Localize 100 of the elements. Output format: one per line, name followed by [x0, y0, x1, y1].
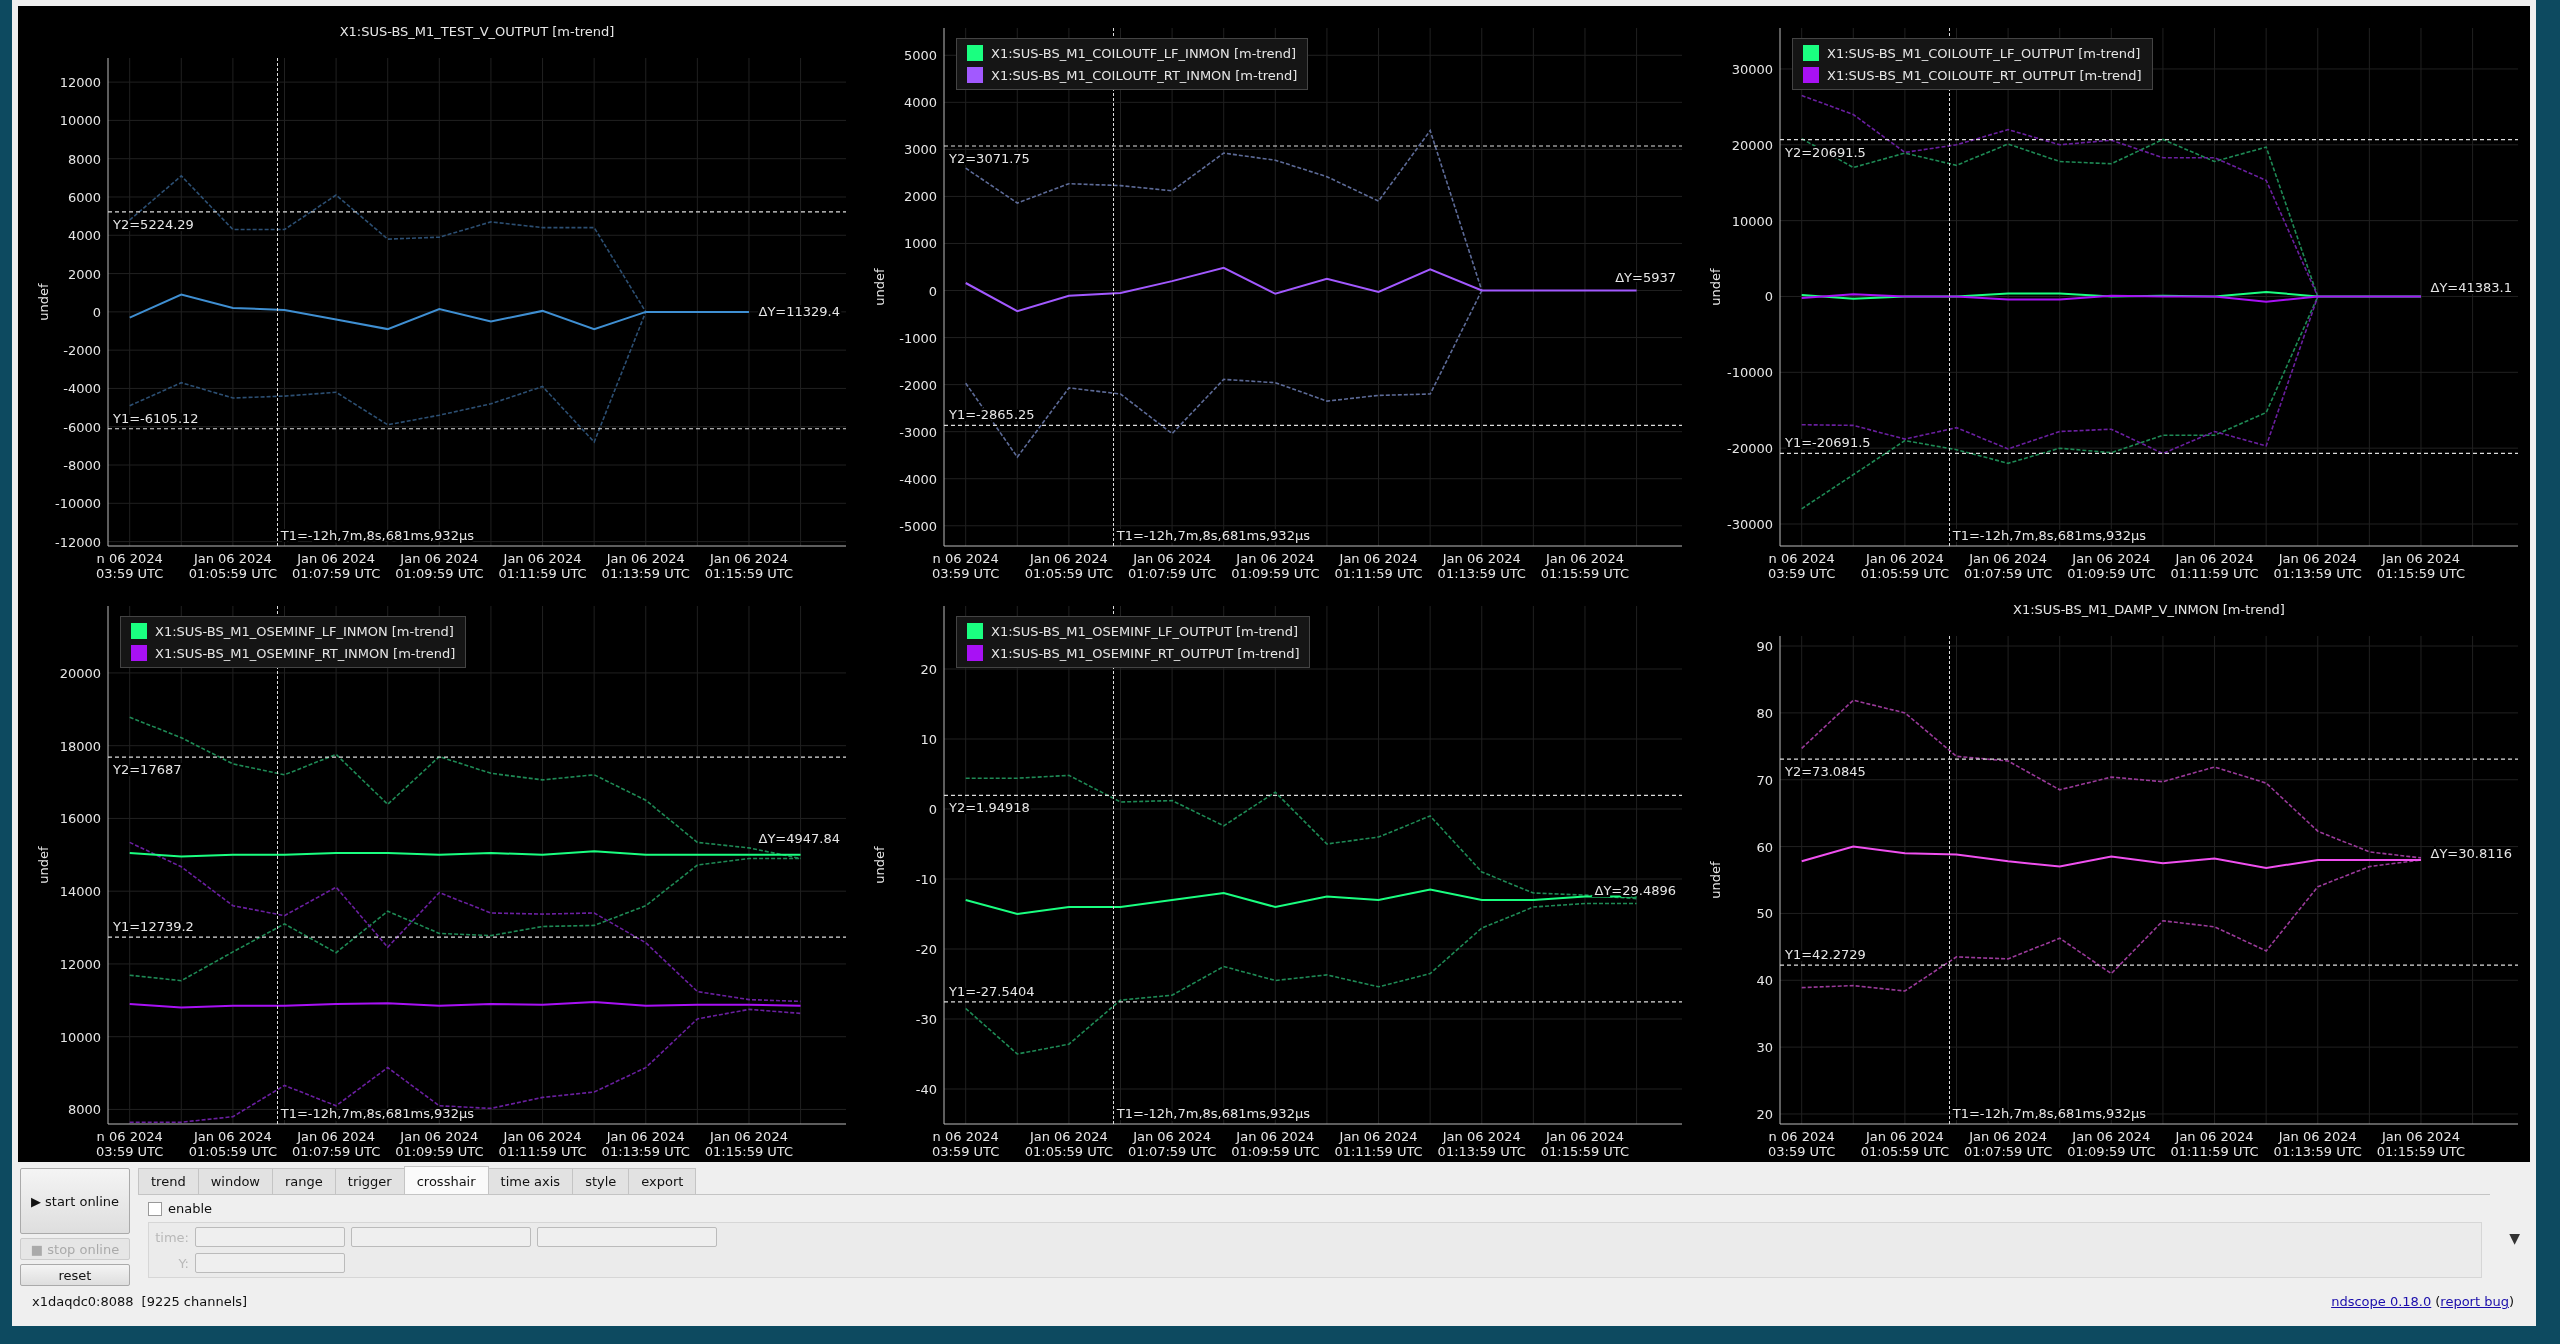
x-tick-label: Jan 06 2024 01:13:59 UTC	[1437, 1129, 1526, 1159]
y-tick-label: 2000	[903, 189, 937, 205]
cursor-label: ΔY=30.8116	[2430, 846, 2512, 862]
x-tick-label: Jan 06 2024 01:07:59 UTC	[291, 1129, 381, 1159]
y-axis-label: undef	[36, 846, 51, 884]
y-tick-label: 10000	[1731, 213, 1773, 229]
y-tick-label: 70	[1756, 772, 1773, 788]
y-tick-label: 0	[92, 304, 101, 320]
cursor-label: ΔY=41383.1	[2430, 280, 2512, 296]
x-tick-label: Jan 06 2024 01:15:59 UTC	[2376, 551, 2466, 581]
x-tick-label: n 06 2024 03:59 UTC	[1768, 1129, 1836, 1159]
y-tick-label: -20000	[1726, 441, 1773, 457]
y-tick-label: -10000	[1726, 365, 1773, 381]
cursor-label: ΔY=5937	[1615, 269, 1676, 285]
x-tick-label: Jan 06 2024 01:09:59 UTC	[2067, 551, 2156, 581]
x-tick-label: Jan 06 2024 01:07:59 UTC	[291, 551, 381, 581]
cursor-label: T1=-12h,7m,8s,681ms,932µs	[280, 1106, 474, 1121]
y-tick-label: 40	[1756, 973, 1773, 989]
cursor-label: Y1=12739.2	[113, 919, 194, 935]
legend-label: X1:SUS-BS_M1_OSEMINF_RT_OUTPUT [m-trend]	[991, 645, 1300, 661]
x-tick-label: n 06 2024 03:59 UTC	[1768, 551, 1836, 581]
y-tick-label: 0	[928, 283, 937, 299]
cursor-label: Y2=73.0845	[1785, 764, 1866, 780]
y-tick-label: 3000	[903, 142, 937, 158]
y-tick-label: 12000	[59, 75, 101, 91]
cursor-label: Y2=17687	[113, 762, 182, 778]
y-axis-label: undef	[872, 846, 887, 884]
y-tick-label: 50	[1756, 906, 1773, 922]
y-tick-label: -8000	[63, 458, 101, 473]
cursor-label: Y1=-6105.12	[113, 410, 199, 426]
x-tick-label: Jan 06 2024 01:07:59 UTC	[1127, 551, 1217, 581]
x-tick-label: Jan 06 2024 01:05:59 UTC	[1024, 551, 1114, 581]
x-tick-label: n 06 2024 03:59 UTC	[96, 1129, 164, 1159]
y-tick-label: -30	[915, 1012, 937, 1027]
x-tick-label: Jan 06 2024 01:05:59 UTC	[188, 551, 278, 581]
x-tick-label: Jan 06 2024 01:11:59 UTC	[2170, 551, 2259, 581]
y-tick-label: 20000	[59, 665, 101, 681]
cursor-label: Y2=5224.29	[113, 216, 194, 232]
x-tick-label: Jan 06 2024 01:07:59 UTC	[1963, 551, 2053, 581]
cursor-label: T1=-12h,7m,8s,681ms,932µs	[1952, 1106, 2146, 1121]
y-tick-label: 60	[1756, 839, 1773, 855]
cursor-label: ΔY=4947.84	[758, 831, 840, 847]
y-tick-label: 5000	[903, 48, 937, 64]
y-tick-label: 10000	[59, 113, 101, 129]
y-tick-label: -10	[915, 872, 937, 887]
y-tick-label: 16000	[59, 811, 101, 827]
y-tick-label: 8000	[67, 1102, 101, 1118]
x-tick-label: Jan 06 2024 01:13:59 UTC	[601, 1129, 690, 1159]
y-axis-label: undef	[1708, 861, 1723, 899]
legend-label: X1:SUS-BS_M1_COILOUTF_LF_INMON [m-trend]	[991, 45, 1297, 61]
y-tick-label: -10000	[54, 496, 101, 512]
x-tick-label: Jan 06 2024 01:09:59 UTC	[395, 1129, 484, 1159]
y-tick-label: -2000	[899, 377, 937, 393]
y-tick-label: 30	[1756, 1040, 1773, 1056]
y-tick-label: -5000	[899, 518, 937, 534]
chart-title: X1:SUS-BS_M1_TEST_V_OUTPUT [m-trend]	[339, 24, 615, 39]
x-tick-label: Jan 06 2024 01:05:59 UTC	[1024, 1129, 1114, 1159]
cursor-label: T1=-12h,7m,8s,681ms,932µs	[1952, 528, 2146, 543]
cursor-label: T1=-12h,7m,8s,681ms,932µs	[1116, 528, 1310, 543]
x-tick-label: Jan 06 2024 01:11:59 UTC	[1334, 1129, 1423, 1159]
x-tick-label: Jan 06 2024 01:05:59 UTC	[188, 1129, 278, 1159]
x-tick-label: Jan 06 2024 01:05:59 UTC	[1860, 551, 1950, 581]
y-tick-label: 8000	[67, 151, 101, 167]
cursor-label: Y2=3071.75	[949, 151, 1030, 166]
x-tick-label: Jan 06 2024 01:13:59 UTC	[2273, 1129, 2362, 1159]
y-tick-label: 12000	[59, 956, 101, 972]
y-tick-label: 20000	[1731, 137, 1773, 153]
x-tick-label: Jan 06 2024 01:07:59 UTC	[1963, 1129, 2053, 1159]
y-tick-label: 6000	[67, 190, 101, 205]
chart-title: X1:SUS-BS_M1_DAMP_V_INMON [m-trend]	[2013, 602, 2285, 617]
cursor-label: Y1=42.2729	[1785, 947, 1866, 963]
checkbox-label: enable	[168, 1201, 213, 1216]
cursor-label: Y1=-27.5404	[949, 983, 1035, 999]
y-tick-label: -40	[915, 1082, 937, 1097]
x-tick-label: Jan 06 2024 01:11:59 UTC	[1334, 551, 1423, 581]
x-tick-label: n 06 2024 03:59 UTC	[96, 551, 164, 581]
x-tick-label: Jan 06 2024 01:15:59 UTC	[704, 551, 794, 581]
legend-label: X1:SUS-BS_M1_OSEMINF_LF_INMON [m-trend]	[155, 623, 454, 639]
y-tick-label: 0	[928, 802, 937, 817]
y-tick-label: 0	[1764, 289, 1773, 305]
legend-label: X1:SUS-BS_M1_OSEMINF_LF_OUTPUT [m-trend]	[991, 623, 1299, 639]
x-tick-label: Jan 06 2024 01:15:59 UTC	[1540, 551, 1630, 581]
x-tick-label: Jan 06 2024 01:09:59 UTC	[1231, 1129, 1320, 1159]
y-tick-label: 2000	[67, 266, 101, 282]
x-tick-label: Jan 06 2024 01:05:59 UTC	[1860, 1129, 1950, 1159]
cursor-label: T1=-12h,7m,8s,681ms,932µs	[1116, 1106, 1310, 1121]
x-tick-label: Jan 06 2024 01:13:59 UTC	[601, 551, 690, 581]
legend-label: X1:SUS-BS_M1_COILOUTF_LF_OUTPUT [m-trend]	[1827, 45, 2141, 61]
y-tick-label: 20	[1756, 1106, 1773, 1122]
y-tick-label: -2000	[63, 343, 101, 359]
y-tick-label: 18000	[59, 738, 101, 754]
y-tick-label: 4000	[67, 228, 101, 244]
x-tick-label: n 06 2024 03:59 UTC	[932, 1129, 1000, 1159]
parenthesis: )	[2508, 1294, 2514, 1309]
cursor-label: Y1=-2865.25	[949, 407, 1035, 423]
y-tick-label: -6000	[63, 419, 101, 435]
x-tick-label: Jan 06 2024 01:09:59 UTC	[2067, 1129, 2156, 1159]
legend-label: X1:SUS-BS_M1_COILOUTF_RT_OUTPUT [m-trend]	[1827, 67, 2142, 83]
y-axis-label: undef	[872, 268, 887, 306]
y-axis-label: undef	[1708, 268, 1723, 306]
